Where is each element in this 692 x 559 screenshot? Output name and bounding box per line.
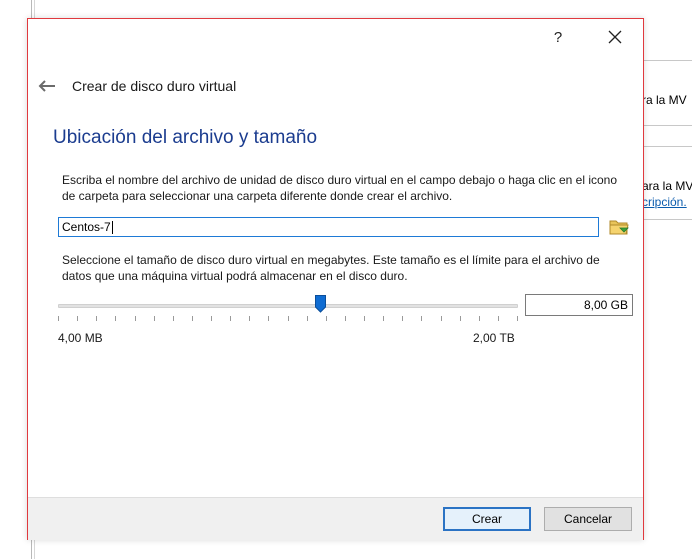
file-location-description: Escriba el nombre del archivo de unidad … [62, 173, 618, 203]
disk-size-slider[interactable] [58, 295, 518, 325]
choose-folder-button[interactable] [608, 216, 630, 238]
slider-tick [517, 316, 518, 321]
disk-size-input[interactable]: 8,00 GB [525, 294, 633, 316]
slider-tick [307, 316, 308, 321]
create-button[interactable]: Crear [443, 507, 531, 531]
back-arrow-icon [38, 80, 55, 92]
section-title: Ubicación del archivo y tamaño [53, 127, 318, 148]
slider-tick [460, 316, 461, 321]
slider-tick [326, 316, 327, 321]
background-panel-1-text: ra la MV [642, 93, 687, 107]
slider-tick [249, 316, 250, 321]
slider-tick [288, 316, 289, 321]
file-name-input[interactable]: Centos-7 [58, 217, 599, 237]
folder-icon [609, 220, 629, 235]
slider-tick [115, 316, 116, 321]
slider-tick [58, 316, 59, 321]
slider-min-label: 4,00 MB [58, 331, 103, 345]
disk-size-value: 8,00 GB [583, 298, 628, 312]
close-icon [608, 30, 622, 44]
slider-tick [479, 316, 480, 321]
slider-tick [498, 316, 499, 321]
dialog-footer: Crear Cancelar [28, 497, 643, 540]
slider-tick [135, 316, 136, 321]
text-cursor [111, 220, 113, 234]
slider-tick [173, 316, 174, 321]
create-virtual-disk-dialog: ? Crear de disco duro virtual Ubicación … [27, 18, 644, 540]
slider-track [58, 304, 518, 308]
slider-tick [211, 316, 212, 321]
disk-size-description: Seleccione el tamaño de disco duro virtu… [62, 253, 600, 283]
file-name-value: Centos-7 [62, 220, 111, 234]
background-panel-2-text: ara la MV [642, 179, 692, 193]
back-button[interactable] [36, 76, 58, 96]
cancel-button[interactable]: Cancelar [544, 507, 632, 531]
wizard-header: Crear de disco duro virtual [36, 75, 236, 97]
slider-tick [96, 316, 97, 321]
slider-max-label: 2,00 TB [473, 331, 515, 345]
slider-tick [268, 316, 269, 321]
slider-tick [402, 316, 403, 321]
help-button[interactable]: ? [543, 25, 573, 49]
slider-tick [230, 316, 231, 321]
slider-tick [192, 316, 193, 321]
slider-tick [345, 316, 346, 321]
slider-thumb[interactable] [315, 295, 326, 313]
background-panel-2-link[interactable]: cripción. [642, 195, 687, 209]
background-panel-2: ara la MV cripción. [642, 146, 692, 220]
close-button[interactable] [600, 25, 630, 49]
background-panel-1: ra la MV [642, 60, 692, 126]
slider-tick [154, 316, 155, 321]
slider-tick [364, 316, 365, 321]
slider-tick [421, 316, 422, 321]
slider-tick [77, 316, 78, 321]
slider-tick [383, 316, 384, 321]
wizard-title: Crear de disco duro virtual [72, 78, 237, 94]
slider-tick [441, 316, 442, 321]
